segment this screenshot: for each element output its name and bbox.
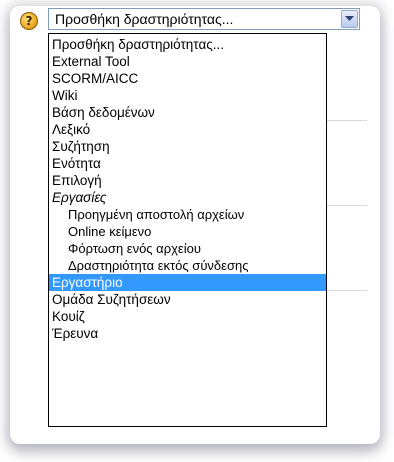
dropdown-option[interactable]: Προσθήκη δραστηριότητας... bbox=[49, 36, 326, 53]
dropdown-option[interactable]: Online κείμενο bbox=[49, 223, 326, 240]
help-icon[interactable]: ? bbox=[20, 12, 38, 30]
select-current-value: Προσθήκη δραστηριότητας... bbox=[55, 11, 234, 27]
option-group-label: Εργασίες bbox=[52, 190, 107, 205]
dropdown-option[interactable]: Εργαστήριο bbox=[49, 274, 326, 291]
dropdown-option[interactable]: Ενότητα bbox=[49, 155, 326, 172]
dropdown-option[interactable]: Ομάδα Συζητήσεων bbox=[49, 291, 326, 308]
divider bbox=[327, 120, 367, 121]
dropdown-option[interactable]: Βάση δεδομένων bbox=[49, 104, 326, 121]
activity-select[interactable]: Προσθήκη δραστηριότητας... bbox=[48, 8, 360, 30]
divider bbox=[327, 290, 367, 291]
dropdown-option[interactable]: Επιλογή bbox=[49, 172, 326, 189]
dropdown-option[interactable]: External Tool bbox=[49, 53, 326, 70]
chevron-down-icon[interactable] bbox=[341, 10, 358, 28]
dropdown-option[interactable]: Wiki bbox=[49, 87, 326, 104]
dropdown-list: Προσθήκη δραστηριότητας... External Tool S… bbox=[48, 33, 327, 427]
dropdown-option[interactable]: Λεξικό bbox=[49, 121, 326, 138]
dropdown-option[interactable]: Συζήτηση bbox=[49, 138, 326, 155]
dropdown-option[interactable]: SCORM/AICC bbox=[49, 70, 326, 87]
divider bbox=[327, 205, 367, 206]
dropdown-option[interactable]: Φόρτωση ενός αρχείου bbox=[49, 240, 326, 257]
dropdown-option[interactable]: Δραστηριότητα εκτός σύνδεσης bbox=[49, 257, 326, 274]
dropdown-option[interactable]: Κουίζ bbox=[49, 308, 326, 325]
dropdown-option[interactable]: Προηγμένη αποστολή αρχείων bbox=[49, 206, 326, 223]
dropdown-option[interactable]: Έρευνα bbox=[49, 325, 326, 342]
